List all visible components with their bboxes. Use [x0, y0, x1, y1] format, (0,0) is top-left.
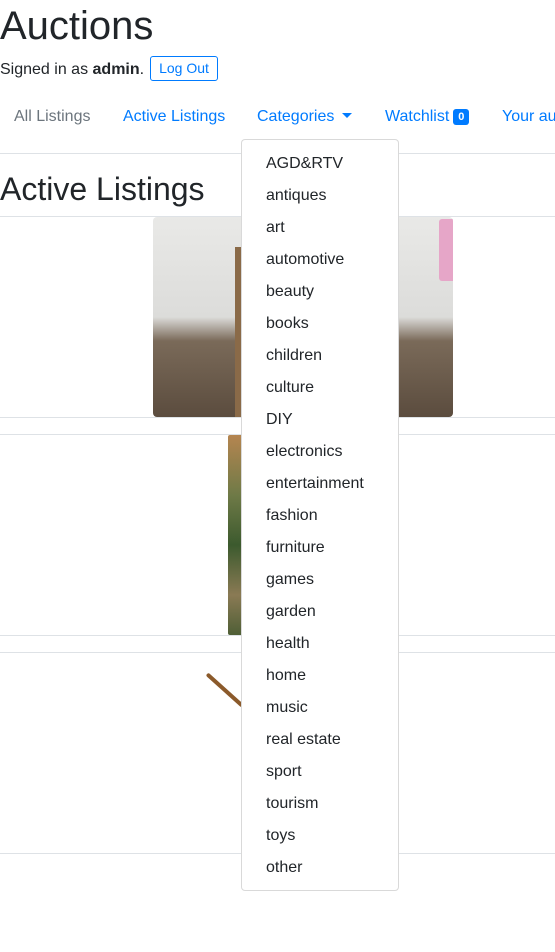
dropdown-item-category[interactable]: other [242, 852, 398, 884]
dropdown-item-category[interactable]: automotive [242, 244, 398, 276]
dropdown-item-category[interactable]: AGD&RTV [242, 148, 398, 180]
dropdown-item-category[interactable]: games [242, 564, 398, 596]
dropdown-item-category[interactable]: fashion [242, 500, 398, 532]
categories-dropdown-menu: AGD&RTV antiques art automotive beauty books c… [241, 139, 399, 891]
dropdown-item-category[interactable]: home [242, 660, 398, 692]
nav-watchlist-label: Watchlist [385, 108, 450, 125]
listing-image[interactable] [228, 435, 242, 635]
watchlist-count-badge: 0 [453, 109, 470, 125]
nav-categories-toggle[interactable]: Categories [257, 107, 353, 127]
nav-active-listings[interactable]: Active Listings [123, 107, 225, 127]
dropdown-item-category[interactable]: DIY [242, 404, 398, 436]
dropdown-item-category[interactable]: music [242, 692, 398, 724]
dropdown-item-category[interactable]: children [242, 340, 398, 372]
nav-all-listings[interactable]: All Listings [14, 107, 90, 127]
dropdown-item-category[interactable]: tourism [242, 788, 398, 820]
dropdown-item-category[interactable]: antiques [242, 180, 398, 212]
logout-button[interactable]: Log Out [150, 56, 218, 81]
username: admin [92, 61, 140, 78]
dropdown-item-category[interactable]: real estate [242, 724, 398, 756]
signed-in-suffix: . [139, 61, 145, 78]
dropdown-item-category[interactable]: culture [242, 372, 398, 404]
dropdown-item-category[interactable]: beauty [242, 276, 398, 308]
signed-in-prefix: Signed in as [0, 61, 89, 78]
image-window-shape [439, 219, 453, 281]
nav-categories-label: Categories [257, 108, 335, 125]
dropdown-item-category[interactable]: sport [242, 756, 398, 788]
dropdown-item-category[interactable]: entertainment [242, 468, 398, 500]
dropdown-item-category[interactable]: furniture [242, 532, 398, 564]
dropdown-item-category[interactable]: art [242, 212, 398, 244]
nav-watchlist[interactable]: Watchlist 0 [385, 107, 470, 127]
dropdown-item-category[interactable]: electronics [242, 436, 398, 468]
dropdown-item-category[interactable]: books [242, 308, 398, 340]
site-title: Auctions [0, 4, 154, 48]
dropdown-item-category[interactable]: garden [242, 596, 398, 628]
listing-image[interactable] [205, 672, 245, 708]
dropdown-item-category[interactable]: health [242, 628, 398, 660]
main-nav: All Listings Active Listings Categories … [0, 96, 555, 136]
page-heading: Active Listings [0, 171, 205, 207]
nav-your-auctions[interactable]: Your au [502, 107, 555, 127]
caret-down-icon [342, 113, 353, 118]
dropdown-item-category[interactable]: toys [242, 820, 398, 852]
signed-in-status: Signed in as admin. Log Out [0, 56, 218, 83]
